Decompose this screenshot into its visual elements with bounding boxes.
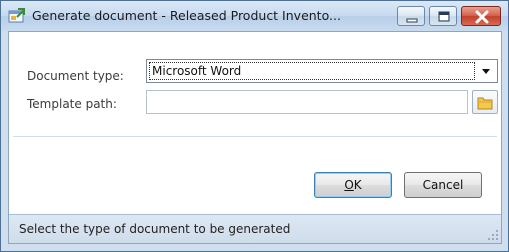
template-path-input[interactable] xyxy=(146,90,468,114)
document-type-label: Document type: xyxy=(27,69,124,83)
dialog-body: Document type: Microsoft Word Template p… xyxy=(8,31,502,244)
ok-button[interactable]: OK xyxy=(314,172,392,198)
close-button[interactable] xyxy=(461,6,501,26)
cancel-button[interactable]: Cancel xyxy=(404,172,482,198)
title-bar[interactable]: Generate document - Released Product Inv… xyxy=(1,1,508,31)
status-bar: Select the type of document to be genera… xyxy=(9,214,501,243)
status-text: Select the type of document to be genera… xyxy=(19,222,291,236)
folder-icon xyxy=(477,97,493,110)
document-type-dropdown[interactable]: Microsoft Word xyxy=(146,59,498,83)
browse-folder-button[interactable] xyxy=(472,90,498,114)
maximize-button[interactable] xyxy=(429,6,457,26)
template-path-label: Template path: xyxy=(27,97,117,111)
window-title: Generate document - Released Product Inv… xyxy=(32,8,341,23)
dialog-window: Generate document - Released Product Inv… xyxy=(0,0,509,252)
minimize-icon xyxy=(406,18,418,23)
ok-button-mnemonic: O xyxy=(344,178,354,192)
chevron-down-icon[interactable] xyxy=(477,62,495,80)
ok-button-label: K xyxy=(353,178,362,192)
minimize-button[interactable] xyxy=(397,6,425,26)
resize-grip-icon[interactable] xyxy=(487,229,499,241)
document-type-value: Microsoft Word xyxy=(149,62,475,80)
section-divider xyxy=(13,136,497,137)
app-form-icon xyxy=(8,8,26,24)
maximize-icon xyxy=(438,11,450,22)
close-icon xyxy=(475,10,489,24)
